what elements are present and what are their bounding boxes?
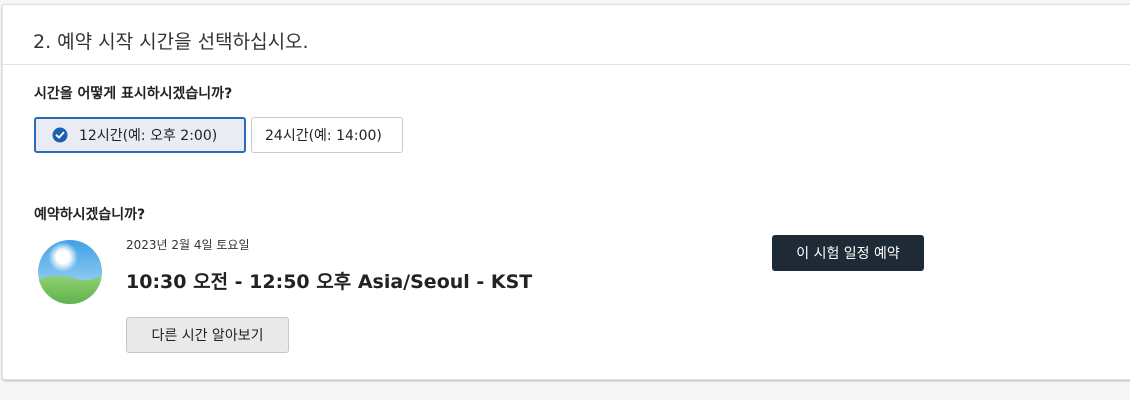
booking-time-range: 10:30 오전 - 12:50 오후 Asia/Seoul - KST <box>126 271 533 293</box>
divider <box>3 64 1130 65</box>
format-12h-label: 12시간(예: 오후 2:00) <box>79 128 218 144</box>
format-24h-button[interactable]: 24시간(예: 14:00) <box>251 117 403 153</box>
format-24h-label: 24시간(예: 14:00) <box>265 128 382 144</box>
daytime-sun-icon <box>38 240 102 304</box>
schedule-card: 2. 예약 시작 시간을 선택하십시오. 시간을 어떻게 표시하시겠습니까? 1… <box>2 4 1130 380</box>
other-times-button[interactable]: 다른 시간 알아보기 <box>126 317 289 353</box>
booking-date: 2023년 2월 4일 토요일 <box>126 238 250 252</box>
step-title: 2. 예약 시작 시간을 선택하십시오. <box>33 31 309 53</box>
check-circle-icon <box>52 127 68 143</box>
book-exam-button[interactable]: 이 시험 일정 예약 <box>772 235 924 271</box>
booking-question: 예약하시겠습니까? <box>34 207 146 223</box>
format-12h-button[interactable]: 12시간(예: 오후 2:00) <box>34 117 246 153</box>
time-format-question: 시간을 어떻게 표시하시겠습니까? <box>34 86 233 102</box>
